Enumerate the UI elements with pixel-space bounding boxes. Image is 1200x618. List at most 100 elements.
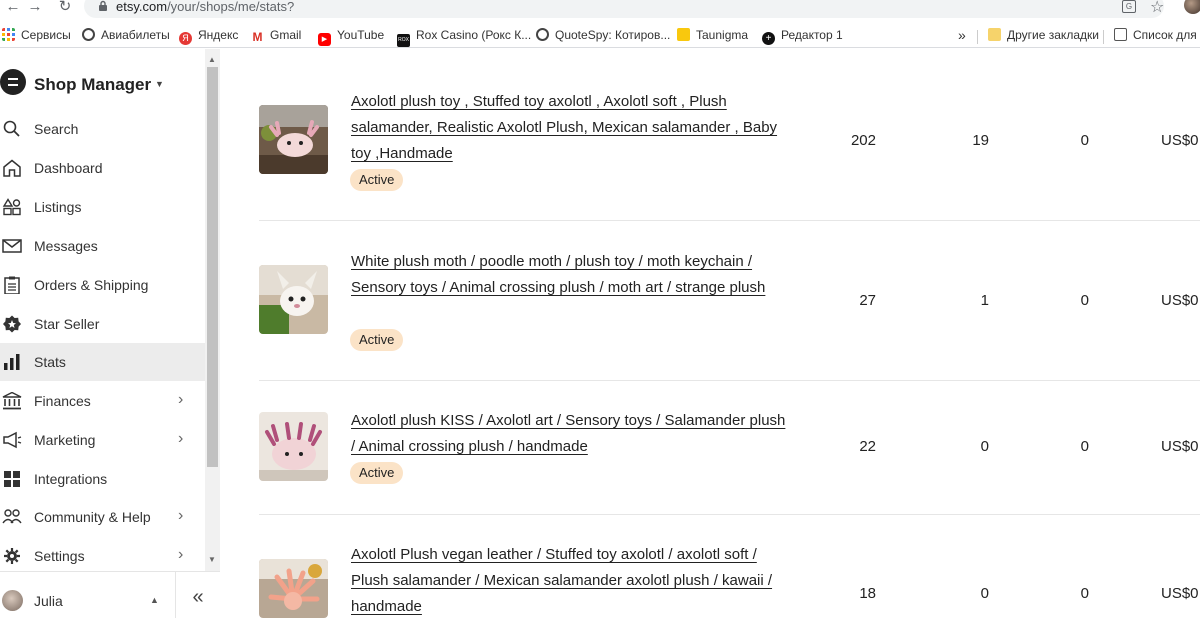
bookmark-quotespy[interactable]: QuoteSpy: Котиров... xyxy=(536,28,670,44)
sidebar-scrollbar[interactable]: ▲ ▼ xyxy=(205,49,220,571)
people-icon xyxy=(2,509,22,524)
listing-thumbnail[interactable] xyxy=(259,412,328,481)
scroll-up-icon[interactable]: ▲ xyxy=(208,55,216,64)
taunigma-icon xyxy=(677,28,690,41)
lock-icon xyxy=(99,0,107,11)
sidebar-item-stats[interactable]: Stats xyxy=(0,343,205,381)
listing-row: White plush moth / poodle moth / plush t… xyxy=(259,221,1200,381)
revenue-value: US$0 xyxy=(1161,292,1199,309)
bookmarks-more-button[interactable]: » xyxy=(958,28,966,44)
rox-icon: ROX xyxy=(397,34,410,47)
user-name[interactable]: Julia xyxy=(34,593,63,609)
bookmark-taunigma[interactable]: Taunigma xyxy=(677,28,748,44)
sidebar-item-marketing[interactable]: Marketing › xyxy=(0,421,205,459)
globe-icon xyxy=(536,28,549,41)
bookmark-rox-casino[interactable]: ROX Rox Casino (Рокс К... xyxy=(397,28,531,47)
etsy-logo-icon xyxy=(0,69,26,95)
listing-thumbnail[interactable] xyxy=(259,559,328,618)
sidebar-item-settings[interactable]: Settings › xyxy=(0,537,205,575)
sidebar-item-search[interactable]: Search xyxy=(0,110,205,148)
bookmark-gmail[interactable]: M Gmail xyxy=(251,28,302,44)
bookmark-other[interactable]: Другие закладки xyxy=(988,28,1099,44)
bookmark-yandex[interactable]: Я Яндекс xyxy=(179,28,238,45)
sidebar-item-listings[interactable]: Listings xyxy=(0,188,205,226)
gear-icon xyxy=(4,548,20,564)
back-icon[interactable]: ← xyxy=(4,0,22,18)
user-avatar[interactable] xyxy=(2,590,23,611)
plus-circle-icon: + xyxy=(762,32,775,45)
listing-row: Axolotl plush toy , Stuffed toy axolotl … xyxy=(259,49,1200,221)
views-count: 22 xyxy=(859,438,876,455)
listing-row: Axolotl Plush vegan leather / Stuffed to… xyxy=(259,515,1200,618)
sidebar-item-messages[interactable]: Messages xyxy=(0,227,205,265)
youtube-icon: ▶ xyxy=(318,33,331,46)
revenue-value: US$0 xyxy=(1161,438,1199,455)
chevron-right-icon: › xyxy=(178,430,184,447)
views-count: 27 xyxy=(859,292,876,309)
reload-icon[interactable]: ↻ xyxy=(56,0,74,18)
status-badge: Active xyxy=(350,462,404,484)
views-count: 202 xyxy=(850,132,876,149)
listing-title-link[interactable]: Axolotl Plush vegan leather / Stuffed to… xyxy=(351,542,791,618)
listing-thumbnail[interactable] xyxy=(259,105,328,174)
reading-list[interactable]: Список для ч xyxy=(1114,28,1200,44)
apps-grid-icon xyxy=(2,28,15,41)
status-badge: Active xyxy=(350,169,404,191)
orders-count: 0 xyxy=(1080,585,1089,602)
bank-icon xyxy=(2,392,22,410)
orders-count: 0 xyxy=(1080,132,1089,149)
favorites-count: 0 xyxy=(980,438,989,455)
revenue-value: US$0 xyxy=(1161,585,1199,602)
sidebar-item-finances[interactable]: Finances › xyxy=(0,382,205,420)
forward-icon[interactable]: → xyxy=(26,0,44,18)
bookmark-editor[interactable]: + Редактор 1 xyxy=(762,28,843,45)
bookmarks-divider xyxy=(1103,30,1104,44)
bookmark-services[interactable]: Сервисы xyxy=(2,28,71,44)
sidebar-item-community-help[interactable]: Community & Help › xyxy=(0,498,205,536)
listing-title-link[interactable]: Axolotl plush toy , Stuffed toy axolotl … xyxy=(351,89,791,167)
favorites-count: 19 xyxy=(972,132,989,149)
chevron-right-icon: › xyxy=(178,391,184,408)
status-badge: Active xyxy=(350,329,404,351)
collapse-sidebar-button[interactable]: « xyxy=(175,572,220,618)
translate-icon[interactable]: G xyxy=(1122,0,1136,13)
grid-icon xyxy=(4,471,20,487)
chevron-right-icon: › xyxy=(178,507,184,524)
caret-up-icon[interactable]: ▲ xyxy=(150,595,159,605)
sidebar-item-star-seller[interactable]: Star Seller xyxy=(0,305,205,343)
envelope-icon xyxy=(2,239,22,253)
sidebar-item-orders-shipping[interactable]: Orders & Shipping xyxy=(0,266,205,304)
caret-down-icon[interactable]: ▼ xyxy=(155,79,164,89)
sidebar-item-integrations[interactable]: Integrations xyxy=(0,460,205,498)
home-icon xyxy=(3,159,21,177)
folder-icon xyxy=(988,28,1001,41)
yandex-icon: Я xyxy=(179,32,192,45)
scrollbar-thumb[interactable] xyxy=(207,67,218,467)
listing-title-link[interactable]: Axolotl plush KISS / Axolotl art / Senso… xyxy=(351,408,791,460)
sidebar-footer: Julia ▲ « xyxy=(0,571,220,618)
bookmark-aviabilety[interactable]: Авиабилеты xyxy=(82,28,170,44)
megaphone-icon xyxy=(3,431,22,449)
sidebar-item-dashboard[interactable]: Dashboard xyxy=(0,149,205,187)
chevron-right-icon: › xyxy=(178,546,184,563)
shop-manager-title: Shop Manager xyxy=(34,75,152,94)
clipboard-icon xyxy=(4,276,20,294)
views-count: 18 xyxy=(859,585,876,602)
search-icon xyxy=(3,120,20,137)
listing-title-link[interactable]: White plush moth / poodle moth / plush t… xyxy=(351,249,791,301)
listings-icon xyxy=(2,198,21,216)
profile-avatar[interactable] xyxy=(1184,0,1200,14)
bookmarks-bar: Сервисы Авиабилеты Я Яндекс M Gmail ▶ YouTu… xyxy=(0,24,1200,48)
reading-list-icon xyxy=(1114,28,1127,41)
orders-count: 0 xyxy=(1080,438,1089,455)
listing-thumbnail[interactable] xyxy=(259,265,328,334)
bookmark-youtube[interactable]: ▶ YouTube xyxy=(318,28,384,46)
shop-manager-sidebar: Shop Manager ▼ Search Dashboard Listings… xyxy=(0,49,220,618)
url-text[interactable]: etsy.com/your/shops/me/stats? xyxy=(116,0,294,13)
listing-row: Axolotl plush KISS / Axolotl art / Senso… xyxy=(259,381,1200,515)
bookmark-star-icon[interactable]: ☆ xyxy=(1150,0,1164,17)
scroll-down-icon[interactable]: ▼ xyxy=(208,555,216,564)
favorites-count: 0 xyxy=(980,585,989,602)
bar-chart-icon xyxy=(4,354,20,370)
globe-icon xyxy=(82,28,95,41)
